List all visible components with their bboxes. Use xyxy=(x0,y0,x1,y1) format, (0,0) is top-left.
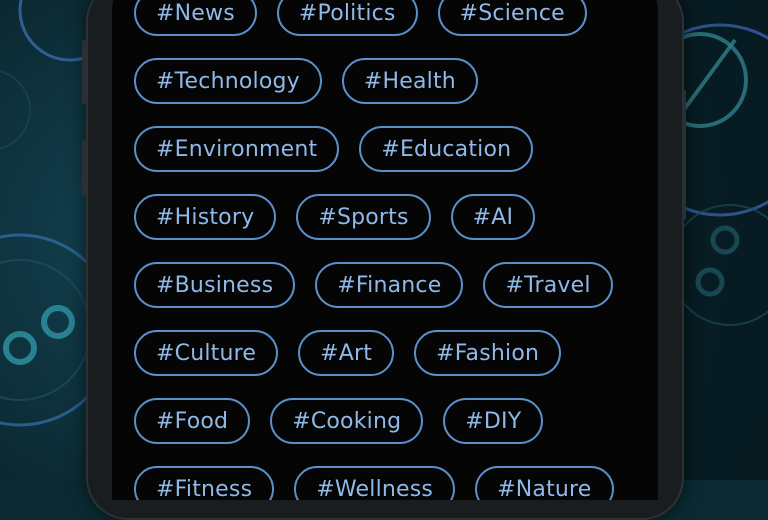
tag-row: #Fitness #Wellness #Nature xyxy=(134,465,614,500)
tag-chip[interactable]: #Finance xyxy=(315,262,464,308)
phone-side-button xyxy=(82,40,86,104)
tag-chip[interactable]: #Health xyxy=(341,58,478,104)
tag-chip[interactable]: #Science xyxy=(437,0,587,36)
tag-chip[interactable]: #Wellness xyxy=(294,466,456,500)
tag-chip[interactable]: #Environment xyxy=(134,126,340,172)
tag-row: #Technology #Health xyxy=(134,57,478,105)
phone-power-button xyxy=(682,90,686,220)
phone-screen: #News #Politics #Science #Technology #He… xyxy=(112,0,658,500)
tag-chip[interactable]: #Sports xyxy=(296,194,431,240)
tag-chip[interactable]: #Fitness xyxy=(134,466,275,500)
tag-chip[interactable]: #Fashion xyxy=(414,330,562,376)
tag-chip[interactable]: #Business xyxy=(134,262,296,308)
tag-chip[interactable]: #Cooking xyxy=(270,398,424,444)
tag-chip[interactable]: #News xyxy=(134,0,257,36)
phone-side-button xyxy=(82,140,86,196)
tag-chip[interactable]: #Technology xyxy=(134,58,322,104)
gear-icon xyxy=(3,305,75,365)
tag-chip[interactable]: #DIY xyxy=(443,398,544,444)
tag-row: #News #Politics #Science xyxy=(134,0,587,37)
tag-row: #Environment #Education xyxy=(134,125,534,173)
tag-row: #History #Sports #AI xyxy=(134,193,536,241)
tag-chip[interactable]: #Food xyxy=(134,398,251,444)
tag-chip[interactable]: #Culture xyxy=(134,330,279,376)
tag-chip[interactable]: #Art xyxy=(298,330,395,376)
tag-row: #Food #Cooking #DIY xyxy=(134,397,544,445)
tag-chip[interactable]: #Politics xyxy=(276,0,418,36)
tag-chip[interactable]: #Travel xyxy=(483,262,613,308)
tag-row: #Culture #Art #Fashion xyxy=(134,329,562,377)
tag-chip[interactable]: #History xyxy=(134,194,277,240)
tag-chip[interactable]: #AI xyxy=(450,194,536,240)
tag-chip[interactable]: #Nature xyxy=(475,466,614,500)
tag-row: #Business #Finance #Travel xyxy=(134,261,613,309)
tag-chip[interactable]: #Education xyxy=(359,126,534,172)
